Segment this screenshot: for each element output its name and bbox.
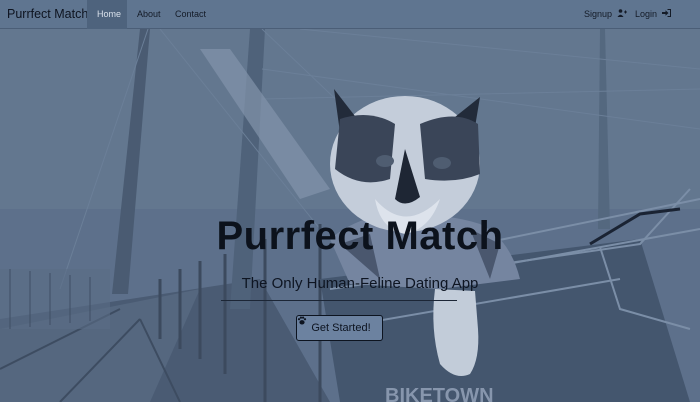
svg-text:BIKETOWN: BIKETOWN [385, 385, 494, 402]
nav-login-link[interactable]: Login [625, 0, 681, 29]
login-label: Login [635, 9, 658, 19]
nav-contact-link[interactable]: Contact [165, 0, 216, 29]
hero-subtitle: The Only Human-Feline Dating App [241, 275, 479, 292]
get-started-button[interactable]: Get Started! [296, 315, 383, 341]
nav-about-link[interactable]: About [127, 0, 171, 29]
nav-home-link[interactable]: Home [87, 0, 127, 29]
navbar: Purrfect Match Home About Contact Signup… [0, 0, 700, 29]
hero-title: Purrfect Match [216, 214, 504, 258]
get-started-label: Get Started! [311, 322, 371, 334]
sign-in-icon [661, 9, 671, 19]
signup-label: Signup [584, 9, 613, 19]
brand-link[interactable]: Purrfect Match [7, 0, 88, 29]
hero-divider [221, 300, 457, 301]
hero-section: BIKETOWN Purrfect Match The Only Human-F… [0, 29, 700, 402]
